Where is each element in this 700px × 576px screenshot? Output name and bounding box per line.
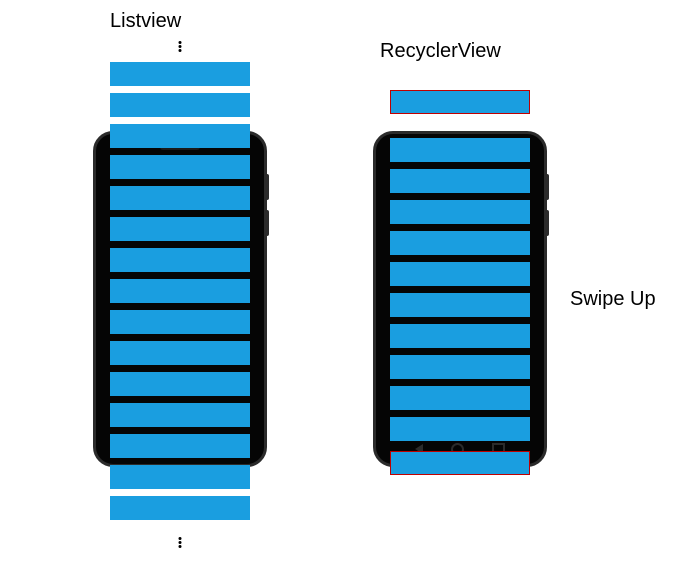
listview-title: Listview: [110, 10, 181, 33]
list-item: [110, 186, 250, 210]
list-item: [110, 93, 250, 117]
list-item: [110, 248, 250, 272]
ellipsis-top-icon: [179, 40, 182, 53]
list-item-recycled: [390, 451, 530, 475]
list-item: [390, 169, 530, 193]
recyclerview-rows: [390, 90, 530, 482]
list-item: [110, 124, 250, 148]
list-item: [110, 496, 250, 520]
list-item: [390, 324, 530, 348]
corner-overlay: [556, 544, 696, 572]
list-item: [390, 293, 530, 317]
list-item: [110, 341, 250, 365]
listview-rows: [110, 62, 250, 527]
diagram-canvas: Listview: [0, 0, 700, 576]
list-item: [390, 386, 530, 410]
list-item: [110, 310, 250, 334]
list-item: [110, 62, 250, 86]
list-item: [110, 217, 250, 241]
list-item: [110, 372, 250, 396]
listview-panel: Listview: [60, 0, 360, 576]
list-item: [390, 417, 530, 441]
list-item-recycled: [390, 90, 530, 114]
list-item: [390, 231, 530, 255]
list-item: [110, 434, 250, 458]
swipe-up-label: Swipe Up: [570, 288, 656, 311]
ellipsis-bottom-icon: [179, 536, 182, 549]
list-item: [110, 465, 250, 489]
list-item: [110, 279, 250, 303]
recyclerview-title: RecyclerView: [380, 40, 501, 63]
list-item: [390, 200, 530, 224]
list-item: [390, 355, 530, 379]
list-item: [390, 138, 530, 162]
list-item: [110, 403, 250, 427]
list-item: [390, 262, 530, 286]
list-item: [110, 155, 250, 179]
